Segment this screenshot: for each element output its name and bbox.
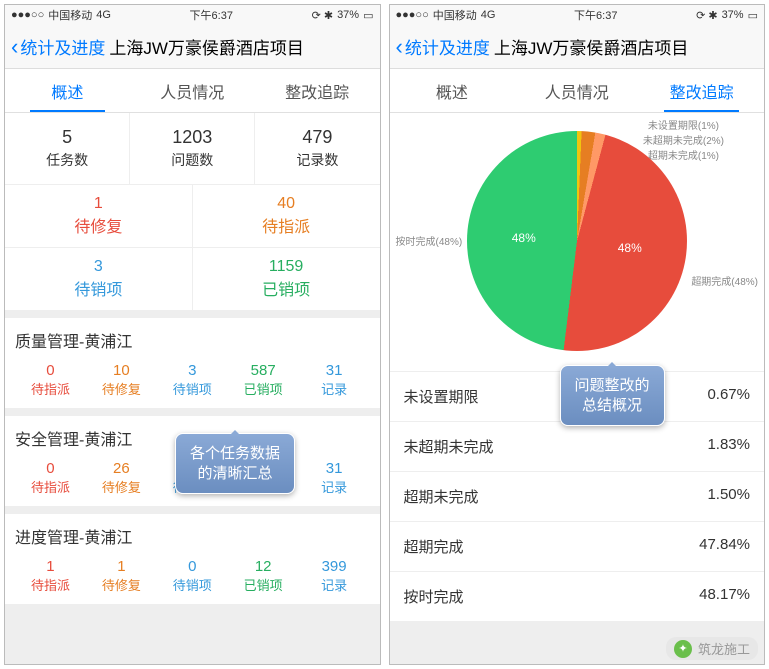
stat-records[interactable]: 479 记录数 (255, 113, 379, 184)
clock: 下午6:37 (574, 7, 617, 23)
tab-people[interactable]: 人员情况 (130, 69, 255, 112)
status-icons: ⟳ ✱ (312, 9, 334, 22)
signal-dots: ●●●○○ (396, 9, 429, 21)
stat-done[interactable]: 1159 已销项 (193, 248, 380, 310)
watermark-text: 筑龙施工 (698, 639, 750, 658)
legend-right: 超期完成(48%) (691, 273, 758, 288)
pie-pct-right: 48% (618, 241, 642, 255)
carrier: 中国移动 (433, 7, 477, 23)
tab-overview[interactable]: 概述 (390, 69, 515, 112)
pie-chart[interactable]: 未设置期限(1%) 未超期未完成(2%) 超期未完成(1%) 48% 48% 按… (390, 113, 765, 371)
stat-pending-assign[interactable]: 40 待指派 (193, 185, 380, 247)
tab-overview[interactable]: 概述 (5, 69, 130, 112)
back-button[interactable]: ‹ 统计及进度 (396, 34, 490, 59)
tab-bar: 概述 人员情况 整改追踪 (5, 69, 380, 113)
battery-icon: ▭ (363, 9, 373, 22)
status-bar: ●●●○○ 中国移动 4G 下午6:37 ⟳ ✱ 37% ▭ (5, 5, 380, 25)
battery-icon: ▭ (748, 9, 758, 22)
content-scroll[interactable]: 5 任务数 1203 问题数 479 记录数 1 待修复 40 (5, 113, 380, 664)
wechat-icon: ✦ (674, 640, 692, 658)
stat-pending-fix[interactable]: 1 待修复 (5, 185, 193, 247)
status-bar: ●●●○○ 中国移动 4G 下午6:37 ⟳ ✱ 37% ▭ (390, 5, 765, 25)
stat-tasks[interactable]: 5 任务数 (5, 113, 130, 184)
phone-overview: ●●●○○ 中国移动 4G 下午6:37 ⟳ ✱ 37% ▭ ‹ 统计及进度 上… (4, 4, 381, 665)
back-label: 统计及进度 (405, 34, 490, 59)
annotation-callout: 各个任务数据 的清晰汇总 (175, 433, 295, 494)
nav-bar: ‹ 统计及进度 上海JW万豪侯爵酒店项目 (390, 25, 765, 69)
legend-left: 按时完成(48%) (396, 233, 463, 248)
stat-issues[interactable]: 1203 问题数 (130, 113, 255, 184)
list-item[interactable]: 按时完成48.17% (390, 571, 765, 621)
clock: 下午6:37 (190, 7, 233, 23)
list-item[interactable]: 未超期未完成1.83% (390, 421, 765, 471)
pie-pct-left: 48% (512, 231, 536, 245)
status-icons: ⟳ ✱ (696, 9, 718, 22)
network: 4G (96, 9, 111, 21)
signal-dots: ●●●○○ (11, 9, 44, 21)
page-title: 上海JW万豪侯爵酒店项目 (109, 34, 304, 59)
task-card[interactable]: 进度管理-黄浦江 1待指派 1待修复 0待销项 12已销项 399记录 (5, 514, 380, 604)
network: 4G (481, 9, 496, 21)
tab-bar: 概述 人员情况 整改追踪 (390, 69, 765, 113)
stat-pending-destroy[interactable]: 3 待销项 (5, 248, 193, 310)
summary-card: 5 任务数 1203 问题数 479 记录数 1 待修复 40 (5, 113, 380, 310)
battery-pct: 37% (337, 9, 359, 21)
tab-people[interactable]: 人员情况 (514, 69, 639, 112)
watermark: ✦ 筑龙施工 (666, 637, 758, 660)
list-item[interactable]: 超期未完成1.50% (390, 471, 765, 521)
annotation-callout: 问题整改的 总结概况 (560, 365, 665, 426)
task-title: 进度管理-黄浦江 (15, 524, 370, 548)
pie-graphic: 48% 48% (467, 131, 687, 351)
tab-track[interactable]: 整改追踪 (639, 69, 764, 112)
legend-top: 未设置期限(1%) 未超期未完成(2%) 超期未完成(1%) (643, 117, 724, 162)
carrier: 中国移动 (48, 7, 92, 23)
nav-bar: ‹ 统计及进度 上海JW万豪侯爵酒店项目 (5, 25, 380, 69)
tab-track[interactable]: 整改追踪 (255, 69, 380, 112)
task-title: 质量管理-黄浦江 (15, 328, 370, 352)
battery-pct: 37% (722, 9, 744, 21)
task-card[interactable]: 质量管理-黄浦江 0待指派 10待修复 3待销项 587已销项 31记录 (5, 318, 380, 408)
back-label: 统计及进度 (20, 34, 105, 59)
chevron-left-icon: ‹ (11, 36, 18, 58)
page-title: 上海JW万豪侯爵酒店项目 (494, 34, 689, 59)
list-item[interactable]: 超期完成47.84% (390, 521, 765, 571)
chevron-left-icon: ‹ (396, 36, 403, 58)
back-button[interactable]: ‹ 统计及进度 (11, 34, 105, 59)
phone-tracking: ●●●○○ 中国移动 4G 下午6:37 ⟳ ✱ 37% ▭ ‹ 统计及进度 上… (389, 4, 766, 665)
